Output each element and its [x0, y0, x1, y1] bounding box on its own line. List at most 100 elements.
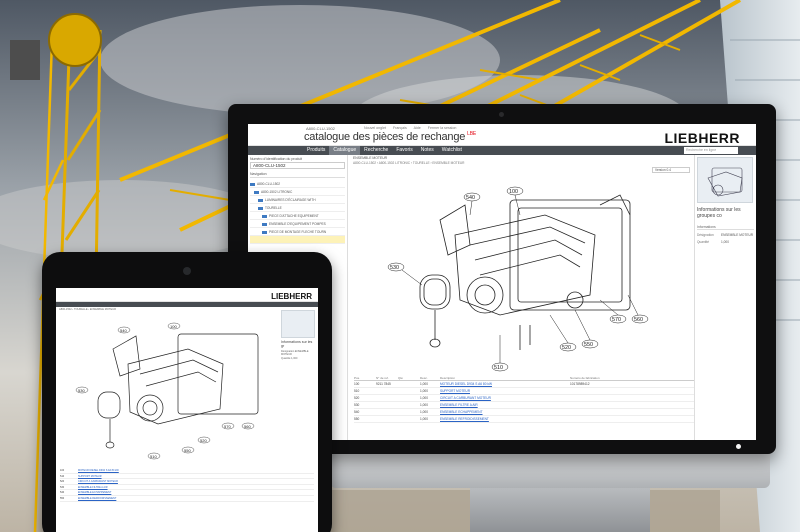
- callout-550[interactable]: 550: [584, 342, 593, 348]
- callout-520[interactable]: 520: [562, 345, 571, 351]
- callout-100[interactable]: 100: [509, 189, 518, 195]
- table-row[interactable]: 550 ENSEMBLE REFROIDISSEMENT: [60, 496, 314, 502]
- tree-item-label: A800-1502 LITRONIC: [261, 190, 293, 194]
- cell-description-link[interactable]: SUPPORT MOTEUR: [78, 474, 130, 479]
- nav-favoris[interactable]: Favoris: [392, 146, 416, 155]
- cell-icons: [398, 409, 420, 415]
- tablet-callout-100[interactable]: 100: [170, 324, 177, 329]
- tablet-callout-530[interactable]: 530: [78, 388, 85, 393]
- cell-description-link[interactable]: ENSEMBLE REFROIDISSEMENT: [440, 416, 570, 422]
- cell-qty: 1,000: [420, 382, 428, 386]
- tablet-callout-520[interactable]: 520: [200, 438, 207, 443]
- top-link-logout[interactable]: Fermer la session: [428, 126, 457, 130]
- callout-560[interactable]: 560: [634, 317, 643, 323]
- cell-pos: 100: [354, 382, 360, 386]
- cell-pos: 530: [60, 485, 65, 489]
- folder-icon: [262, 230, 267, 234]
- tablet-parts-table: 100 MOTEUR DIESEL D934 S A6 80 kW 510 SUPP…: [60, 468, 314, 502]
- callout-540[interactable]: 540: [466, 195, 475, 201]
- version-select[interactable]: Version 0.4: [652, 167, 690, 173]
- callout-570[interactable]: 570: [612, 317, 621, 323]
- top-link-language[interactable]: Français: [393, 126, 407, 130]
- cell-description-link[interactable]: ENSEMBLE FILTRE A AIR: [440, 402, 570, 408]
- tablet-callout-560[interactable]: 560: [244, 424, 251, 429]
- cell-pos: 540: [60, 491, 65, 495]
- engine-thumbnail[interactable]: [697, 157, 753, 203]
- folder-icon: [258, 206, 263, 210]
- table-row[interactable]: 510 1,000 SUPPORT MOTEUR: [354, 388, 694, 395]
- top-link-help[interactable]: Aide: [414, 126, 421, 130]
- cell-icons: [398, 381, 420, 387]
- cell-description-link[interactable]: SUPPORT MOTEUR: [440, 388, 570, 394]
- table-row[interactable]: 520 1,000 CIRCUIT A CARBURANT MOTEUR: [354, 395, 694, 402]
- table-row[interactable]: 530 1,000 ENSEMBLE FILTRE A AIR: [354, 402, 694, 409]
- tree-item-label: PIECE DE MONTAGE FLECHE TOURN: [269, 230, 327, 234]
- info-row: Désignation ENSEMBLE MOTEUR: [697, 233, 754, 237]
- tree-item[interactable]: PIECE DE MONTAGE FLECHE TOURN: [250, 228, 345, 236]
- folder-icon: [262, 222, 267, 226]
- cell-qty: 1,000: [420, 410, 428, 414]
- app-title-badge: LBE: [467, 131, 477, 137]
- cell-description-link[interactable]: ENSEMBLE FILTRE A AIR: [78, 485, 130, 490]
- folder-icon: [262, 214, 267, 218]
- nav-watchlist[interactable]: Watchlist: [438, 146, 466, 155]
- nav-notes[interactable]: Notes: [417, 146, 438, 155]
- table-row[interactable]: 550 1,000 ENSEMBLE REFROIDISSEMENT: [354, 416, 694, 423]
- cell-description-link[interactable]: ENSEMBLE ECHAPPEMENT: [440, 409, 570, 415]
- cell-description-link[interactable]: MOTEUR DIESEL D934 S A6 80 kW: [78, 468, 130, 473]
- table-row[interactable]: 540 1,000 ENSEMBLE ECHAPPEMENT: [354, 409, 694, 416]
- cell-pos: 510: [60, 474, 65, 478]
- nav-recherche[interactable]: Recherche: [360, 146, 392, 155]
- engine-exploded-drawing: 540 100 530 510 520 550 560 570: [387, 186, 649, 372]
- cell-pos: 530: [354, 403, 360, 407]
- tree-item[interactable]: TOURELLE: [250, 204, 345, 212]
- tree-item[interactable]: A800-CLU-1502: [250, 180, 345, 188]
- search-input[interactable]: Recherche en ligne: [684, 147, 738, 154]
- cell-ref: [376, 395, 398, 401]
- tablet-info-row: Désignation ENSEMBLE MOTEUR: [281, 350, 309, 356]
- app-header: A800-CLU-1502 catalogue des pièces de re…: [248, 124, 756, 146]
- table-row[interactable]: 100 9211 7845 1,000 MOTEUR DIESEL D934 S A6…: [354, 381, 694, 388]
- cell-description-link[interactable]: CIRCUIT A CARBURANT MOTEUR: [440, 395, 570, 401]
- tablet-callout-510[interactable]: 510: [150, 454, 157, 459]
- cell-pos: 520: [60, 480, 65, 484]
- main-nav: Produits Catalogue Recherche Favoris Not…: [248, 146, 756, 155]
- tree-item-selected[interactable]: [250, 236, 345, 244]
- cell-description-link[interactable]: ENSEMBLE ECHAPPEMENT: [78, 490, 130, 495]
- tablet-callout-550[interactable]: 550: [184, 448, 191, 453]
- tablet-info-row: Quantité 1,000: [281, 357, 298, 360]
- callout-530[interactable]: 530: [390, 265, 399, 271]
- cell-icons: [398, 416, 420, 422]
- info-value: ENSEMBLE MOTEUR: [721, 233, 754, 237]
- cell-icons: [398, 388, 420, 394]
- cell-ref: 9211 7845: [376, 382, 391, 386]
- tablet-engine-thumbnail[interactable]: [281, 310, 315, 338]
- cell-description-link[interactable]: CIRCUIT A CARBURANT MOTEUR: [78, 479, 130, 484]
- product-id-field[interactable]: A800-CLU-1502: [250, 162, 345, 169]
- tree-item[interactable]: A800-1502 LITRONIC: [250, 188, 345, 196]
- tablet-info-pane: Informations sur les gr Désignation ENSE…: [278, 310, 318, 380]
- liebherr-logo: LIEBHERR: [664, 130, 740, 146]
- nav-catalogue[interactable]: Catalogue: [329, 146, 361, 155]
- power-led: [736, 444, 741, 449]
- info-key: Quantité: [697, 240, 710, 244]
- cell-pos: 510: [354, 389, 360, 393]
- tree-item-label: TOURELLE: [265, 206, 282, 210]
- cell-pos: 550: [354, 417, 360, 421]
- cell-description-link[interactable]: ENSEMBLE REFROIDISSEMENT: [78, 496, 130, 501]
- cell-description-link[interactable]: MOTEUR DIESEL D934 S A6 80 kW: [440, 381, 570, 387]
- tree-item-label: PIECE D'ATTACHE EQUIPEMENT: [269, 214, 319, 218]
- tablet-callout-570[interactable]: 570: [224, 424, 231, 429]
- tablet-screen: LIEBHERR A800-1502 › TOURELLE › ENSEMBLE…: [56, 288, 318, 532]
- tablet-device: LIEBHERR A800-1502 › TOURELLE › ENSEMBLE…: [42, 252, 332, 532]
- tree-item[interactable]: PIECE D'ATTACHE EQUIPEMENT: [250, 212, 345, 220]
- nav-produits[interactable]: Produits: [303, 146, 329, 155]
- tree-item[interactable]: ENSEMBLE D'EQUIPEMENT POMPES: [250, 220, 345, 228]
- cell-pos: 540: [354, 410, 360, 414]
- top-link-new-tab[interactable]: Nouvel onglet: [364, 126, 386, 130]
- tree-item[interactable]: LUMINAIRES D'ÉCLAIRAGE WITH: [250, 196, 345, 204]
- cell-icons: [398, 402, 420, 408]
- tablet-callout-540[interactable]: 540: [120, 328, 127, 333]
- callout-510[interactable]: 510: [494, 365, 503, 371]
- cell-ref: [376, 416, 398, 422]
